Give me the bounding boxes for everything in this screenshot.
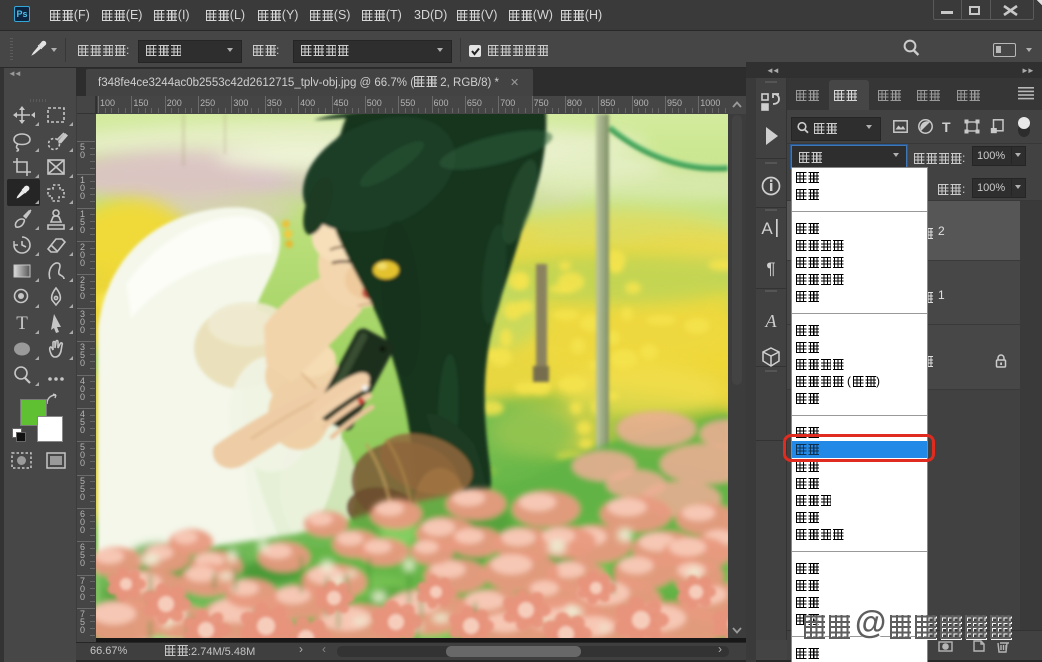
svg-text:T: T <box>16 313 28 334</box>
svg-text:A: A <box>765 311 778 331</box>
svg-text:A: A <box>761 219 773 238</box>
svg-text:¶: ¶ <box>766 259 775 278</box>
